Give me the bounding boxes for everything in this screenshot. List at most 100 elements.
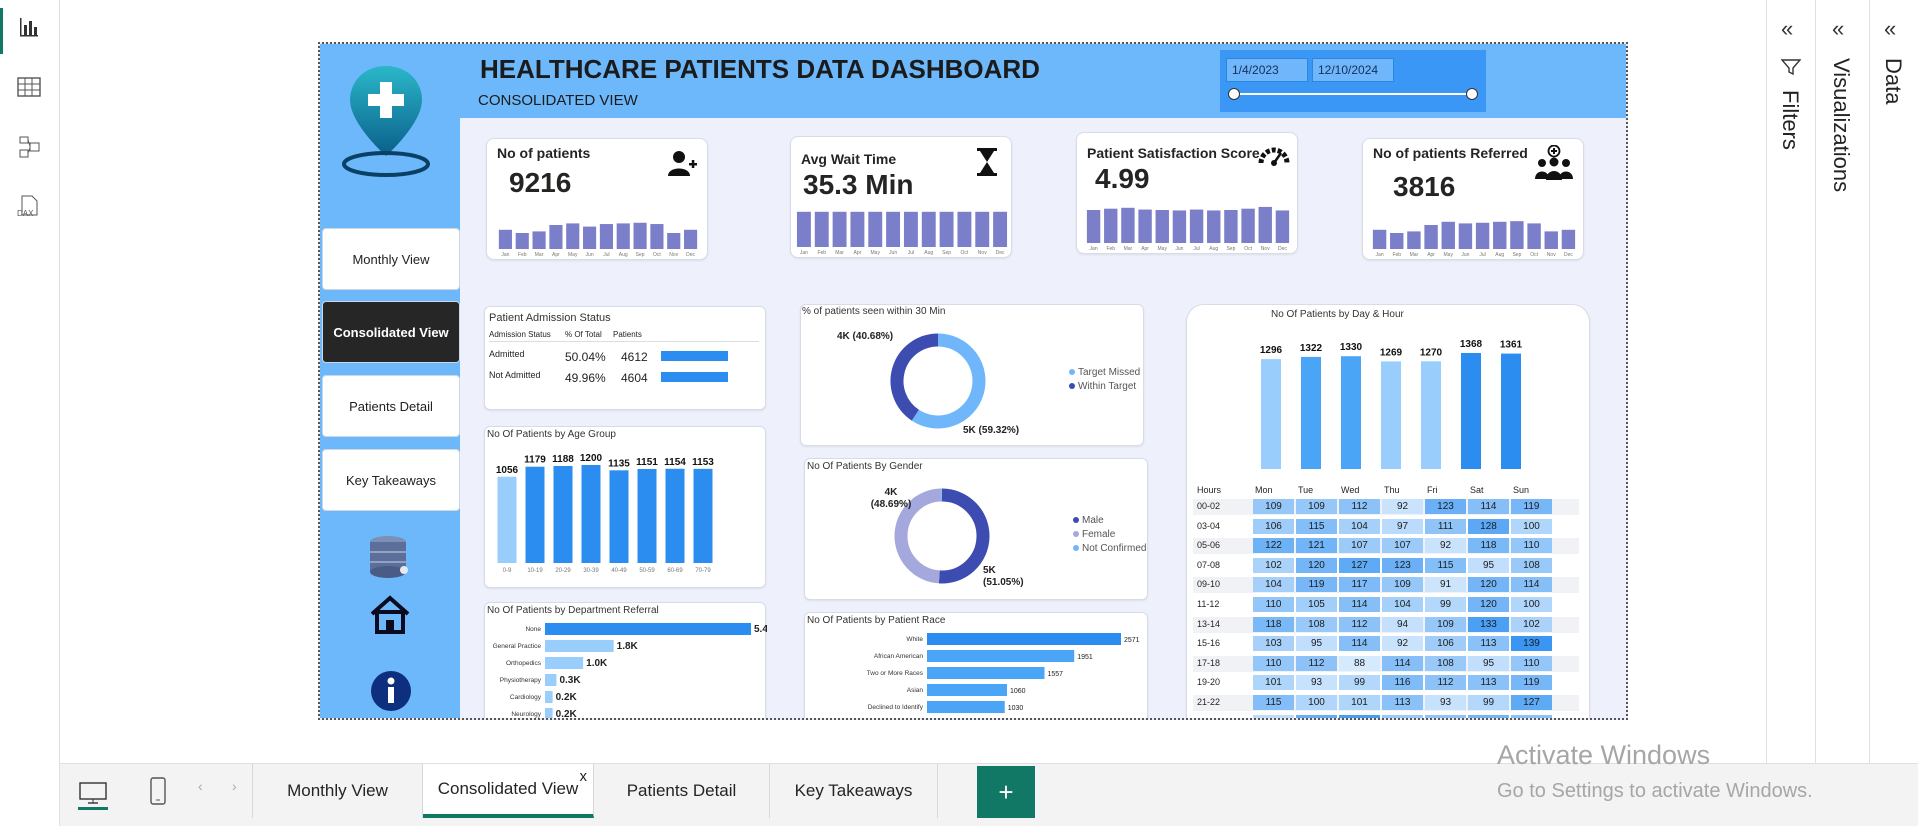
chart-title: No Of Patients by Age Group: [487, 429, 616, 440]
kpi-sparkline: Jan Feb Mar Apr May Jun Jul Aug Sep Oct Nov Dec: [498, 222, 698, 257]
heatmap-cell: 120: [1296, 557, 1337, 573]
kpi-month-label: Dec: [996, 250, 1005, 255]
visualizations-label[interactable]: Visualizations: [1828, 58, 1854, 192]
department-referral-chart[interactable]: No Of Patients by Department Referral No…: [484, 602, 767, 718]
age-value-label: 1153: [692, 457, 714, 468]
mobile-layout-icon[interactable]: [148, 776, 168, 811]
gender-chart[interactable]: No Of Patients By Gender 5K 4K (51.05%) (48…: [804, 458, 1148, 600]
kpi-card-wait-time[interactable]: Avg Wait Time 35.3 Min Jan Feb Mar Apr May Ju…: [790, 136, 1012, 258]
kpi-month-label: Feb: [1392, 252, 1401, 257]
start-date-input[interactable]: 1/4/2023: [1226, 58, 1308, 82]
kpi-card-patients[interactable]: No of patients 9216 Jan Feb Mar Apr May Jun Ju…: [486, 138, 708, 260]
hbar: [545, 657, 584, 669]
heatmap-row-label: 09-10: [1197, 579, 1221, 590]
nav-patients-detail-button[interactable]: Patients Detail: [322, 375, 460, 437]
bar-category-label: Cardiology: [510, 694, 542, 701]
date-range-slicer[interactable]: 1/4/2023 12/10/2024: [1220, 50, 1486, 112]
donut-slice: [890, 333, 939, 421]
hbar: [927, 701, 1005, 713]
kpi-bar: [1441, 221, 1455, 249]
close-tab-icon[interactable]: x: [580, 768, 588, 785]
nav-key-takeaways-button[interactable]: Key Takeaways: [322, 449, 460, 511]
report-view-icon[interactable]: [14, 12, 44, 42]
nav-consolidated-view-button[interactable]: Consolidated View: [322, 301, 460, 363]
heatmap-cell: 110: [1253, 655, 1294, 671]
collapse-visualizations-icon[interactable]: «: [1832, 16, 1844, 42]
age-value-label: 1056: [496, 465, 519, 476]
tab-patients-detail[interactable]: Patients Detail: [594, 764, 770, 818]
kpi-month-label: Apr: [552, 252, 560, 257]
add-page-button[interactable]: +: [977, 766, 1035, 818]
heatmap-cell: 107: [1339, 538, 1380, 554]
heatmap-cell: 109: [1425, 616, 1466, 632]
collapse-filters-icon[interactable]: «: [1781, 16, 1793, 42]
seen-within-30-min-chart[interactable]: % of patients seen within 30 Min 5K (59.…: [800, 304, 1144, 446]
day-value-label: 1296: [1260, 345, 1283, 356]
home-icon[interactable]: [368, 594, 412, 641]
row-status: Not Admitted: [489, 370, 541, 380]
kpi-bar: [1224, 210, 1238, 243]
kpi-month-label: Jan: [800, 250, 808, 255]
date-slider-track[interactable]: [1232, 93, 1478, 95]
kpi-month-label: Aug: [924, 250, 933, 255]
heatmap-cell: 114: [1339, 636, 1380, 652]
nav-monthly-view-button[interactable]: Monthly View: [322, 228, 460, 290]
data-label[interactable]: Data: [1880, 58, 1906, 104]
date-slider-end-handle[interactable]: [1466, 88, 1478, 100]
filters-pane[interactable]: « Filters: [1766, 0, 1815, 763]
age-category-label: 70-79: [695, 568, 711, 574]
filters-label[interactable]: Filters: [1777, 90, 1803, 150]
prev-page-icon[interactable]: ‹: [198, 778, 203, 794]
heatmap-cell: 108: [1296, 616, 1337, 632]
kpi-bar: [1372, 229, 1387, 249]
kpi-month-label: May: [871, 250, 881, 255]
database-icon[interactable]: [368, 534, 412, 585]
day-hour-chart[interactable]: No Of Patients by Day & Hour 1296 1322 133…: [1186, 304, 1590, 718]
heatmap-cell: 95: [1296, 636, 1337, 652]
desktop-layout-icon[interactable]: [76, 776, 110, 810]
heatmap-cell: 103: [1253, 636, 1294, 652]
tab-consolidated-view[interactable]: Consolidated View x: [423, 764, 594, 818]
heatmap-cell: 105: [1296, 597, 1337, 612]
dax-query-icon[interactable]: DAX: [14, 192, 44, 222]
heatmap-cell: 100: [1511, 518, 1552, 534]
heatmap-column-header: Thu: [1384, 485, 1400, 495]
kpi-bar: [1138, 209, 1152, 243]
kpi-bar: [1475, 222, 1490, 249]
admission-status-table[interactable]: Patient Admission Status Admission Statu…: [484, 306, 766, 410]
visualizations-pane[interactable]: « Visualizations: [1815, 0, 1869, 763]
heatmap-row-label: 21-22: [1197, 697, 1221, 707]
kpi-card-satisfaction[interactable]: Patient Satisfaction Score 4.99 Jan Feb Ma…: [1076, 132, 1298, 254]
patient-race-chart[interactable]: No Of Patients by Patient Race White 2571…: [804, 612, 1148, 718]
end-date-input[interactable]: 12/10/2024: [1312, 58, 1394, 82]
bar-value-label: 1030: [1008, 705, 1024, 712]
bar-category-label: None: [525, 626, 541, 633]
heatmap-cell: 113: [1468, 675, 1509, 691]
kpi-card-referred[interactable]: No of patients Referred 3816 Jan Feb Mar Ap…: [1362, 138, 1584, 260]
collapse-data-icon[interactable]: «: [1884, 16, 1896, 42]
tab-monthly-view[interactable]: Monthly View: [253, 764, 423, 818]
kpi-bar: [975, 211, 990, 247]
donut-data-label: 4K (40.68%): [837, 331, 893, 342]
heatmap-cell: 116: [1382, 675, 1423, 691]
model-view-icon[interactable]: [14, 132, 44, 162]
healthcare-logo-icon: [338, 60, 434, 185]
heatmap-cell: 109: [1253, 499, 1294, 514]
heatmap-cell: 101: [1339, 695, 1380, 710]
age-group-chart[interactable]: No Of Patients by Age Group 1056 0-9 1179 1…: [484, 426, 766, 588]
heatmap-cell: 114: [1382, 655, 1423, 671]
legend-within-target: Within Target: [1069, 381, 1136, 392]
table-view-icon[interactable]: [14, 72, 44, 102]
tab-key-takeaways[interactable]: Key Takeaways: [770, 764, 938, 818]
donut-data-label-pct: (51.05%): [983, 577, 1024, 588]
age-value-label: 1154: [664, 457, 686, 468]
next-page-icon[interactable]: ›: [232, 778, 237, 794]
heatmap-cell: 92: [1382, 499, 1423, 514]
data-pane[interactable]: « Data: [1869, 0, 1918, 763]
kpi-label: Avg Wait Time: [801, 151, 897, 167]
rail-active-indicator: [0, 8, 3, 54]
date-slider-start-handle[interactable]: [1228, 88, 1240, 100]
info-icon[interactable]: [370, 670, 412, 717]
legend-label: Not Confirmed: [1082, 543, 1147, 554]
heatmap-row-header: Hours: [1197, 485, 1222, 495]
